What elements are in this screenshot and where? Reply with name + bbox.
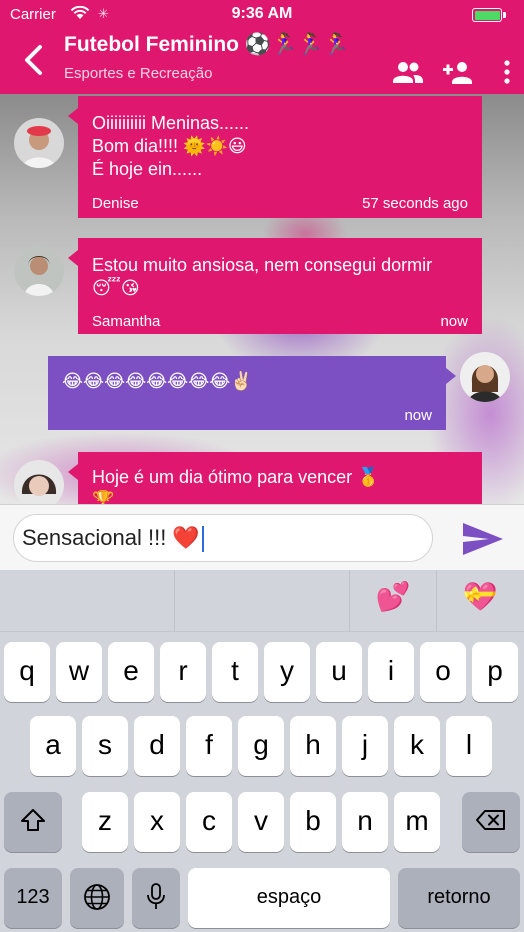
key-b[interactable]: b [290, 792, 336, 852]
message-sender: Denise [92, 195, 139, 212]
message-bubble[interactable]: Oiiiiiiiiii Meninas...... Bom dia!!!! 🌞☀… [68, 96, 482, 218]
message-time: now [440, 313, 468, 330]
message-time: now [404, 407, 432, 424]
key-i[interactable]: i [368, 642, 414, 702]
avatar-samantha[interactable] [14, 246, 64, 296]
message-text: Oiiiiiiiiii Meninas...... Bom dia!!!! 🌞☀… [92, 113, 250, 179]
key-r[interactable]: r [160, 642, 206, 702]
key-d[interactable]: d [134, 716, 180, 776]
avatar-self[interactable] [460, 352, 510, 402]
key-u[interactable]: u [316, 642, 362, 702]
battery-cap [503, 12, 506, 18]
message-bubble-outgoing[interactable]: 😂😂😂😂😂😂😂😂✌🏻 now [48, 356, 456, 430]
key-f[interactable]: f [186, 716, 232, 776]
globe-icon [84, 884, 110, 910]
message-list[interactable]: Oiiiiiiiiii Meninas...... Bom dia!!!! 🌞☀… [0, 94, 524, 504]
members-icon[interactable] [392, 58, 424, 86]
backspace-key[interactable] [462, 792, 520, 852]
battery-icon [472, 8, 502, 22]
message-input[interactable]: Sensacional !!! ❤️ [13, 514, 433, 562]
key-k[interactable]: k [394, 716, 440, 776]
key-g[interactable]: g [238, 716, 284, 776]
message-composer: Sensacional !!! ❤️ [0, 504, 524, 570]
predictive-bar: 💕 💝 [0, 570, 524, 632]
key-a[interactable]: a [30, 716, 76, 776]
prediction-emoji-gift-heart[interactable]: 💝 [437, 570, 524, 632]
message-text: Estou muito ansiosa, nem consegui dormir… [92, 255, 433, 298]
key-t[interactable]: t [212, 642, 258, 702]
message-time: 57 seconds ago [362, 195, 468, 212]
microphone-icon [147, 883, 165, 909]
return-key[interactable]: retorno [398, 868, 520, 928]
key-h[interactable]: h [290, 716, 336, 776]
message-text: Hoje é um dia ótimo para vencer 🥇 🏆 [92, 467, 380, 504]
prediction-slot-2[interactable] [175, 570, 350, 632]
key-q[interactable]: q [4, 642, 50, 702]
key-s[interactable]: s [82, 716, 128, 776]
status-bar: Carrier ✳ 9:36 AM [0, 0, 524, 28]
space-key[interactable]: espaço [188, 868, 390, 928]
back-chevron-icon[interactable] [20, 42, 50, 78]
shift-icon [21, 809, 45, 831]
chat-header: Carrier ✳ 9:36 AM Futebol Feminino ⚽🏃‍♀️… [0, 0, 524, 94]
chat-subtitle: Esportes e Recreação [64, 65, 213, 82]
key-n[interactable]: n [342, 792, 388, 852]
key-c[interactable]: c [186, 792, 232, 852]
message-input-value: Sensacional !!! ❤️ [22, 525, 200, 550]
key-y[interactable]: y [264, 642, 310, 702]
message-bubble[interactable]: Estou muito ansiosa, nem consegui dormir… [68, 238, 482, 334]
key-x[interactable]: x [134, 792, 180, 852]
key-w[interactable]: w [56, 642, 102, 702]
avatar-denise[interactable] [14, 118, 64, 168]
prediction-emoji-hearts[interactable]: 💕 [350, 570, 437, 632]
chat-title[interactable]: Futebol Feminino ⚽🏃‍♀️🏃‍♀️🏃‍♀️ [64, 33, 349, 57]
key-v[interactable]: v [238, 792, 284, 852]
key-z[interactable]: z [82, 792, 128, 852]
prediction-slot-1[interactable] [0, 570, 175, 632]
send-icon[interactable] [461, 521, 505, 557]
prediction-emoji: 💝 [462, 581, 498, 612]
key-j[interactable]: j [342, 716, 388, 776]
message-bubble[interactable]: Hoje é um dia ótimo para vencer 🥇 🏆 [68, 452, 482, 504]
text-caret [201, 526, 204, 553]
add-member-icon[interactable] [442, 58, 474, 86]
key-m[interactable]: m [394, 792, 440, 852]
keyboard: 💕 💝 q w e r t y u i o p a s d f g h j k … [0, 570, 524, 932]
message-text: 😂😂😂😂😂😂😂😂✌🏻 [62, 371, 253, 391]
key-p[interactable]: p [472, 642, 518, 702]
more-vertical-icon[interactable] [502, 58, 512, 86]
message-sender: Samantha [92, 313, 161, 330]
key-e[interactable]: e [108, 642, 154, 702]
backspace-icon [476, 810, 505, 830]
shift-key[interactable] [4, 792, 62, 852]
avatar-member[interactable] [14, 460, 64, 504]
key-l[interactable]: l [446, 716, 492, 776]
dictation-key[interactable] [132, 868, 180, 928]
numbers-key[interactable]: 123 [4, 868, 62, 928]
key-o[interactable]: o [420, 642, 466, 702]
globe-key[interactable] [70, 868, 124, 928]
prediction-emoji: 💕 [375, 581, 411, 612]
status-time: 9:36 AM [231, 5, 293, 22]
